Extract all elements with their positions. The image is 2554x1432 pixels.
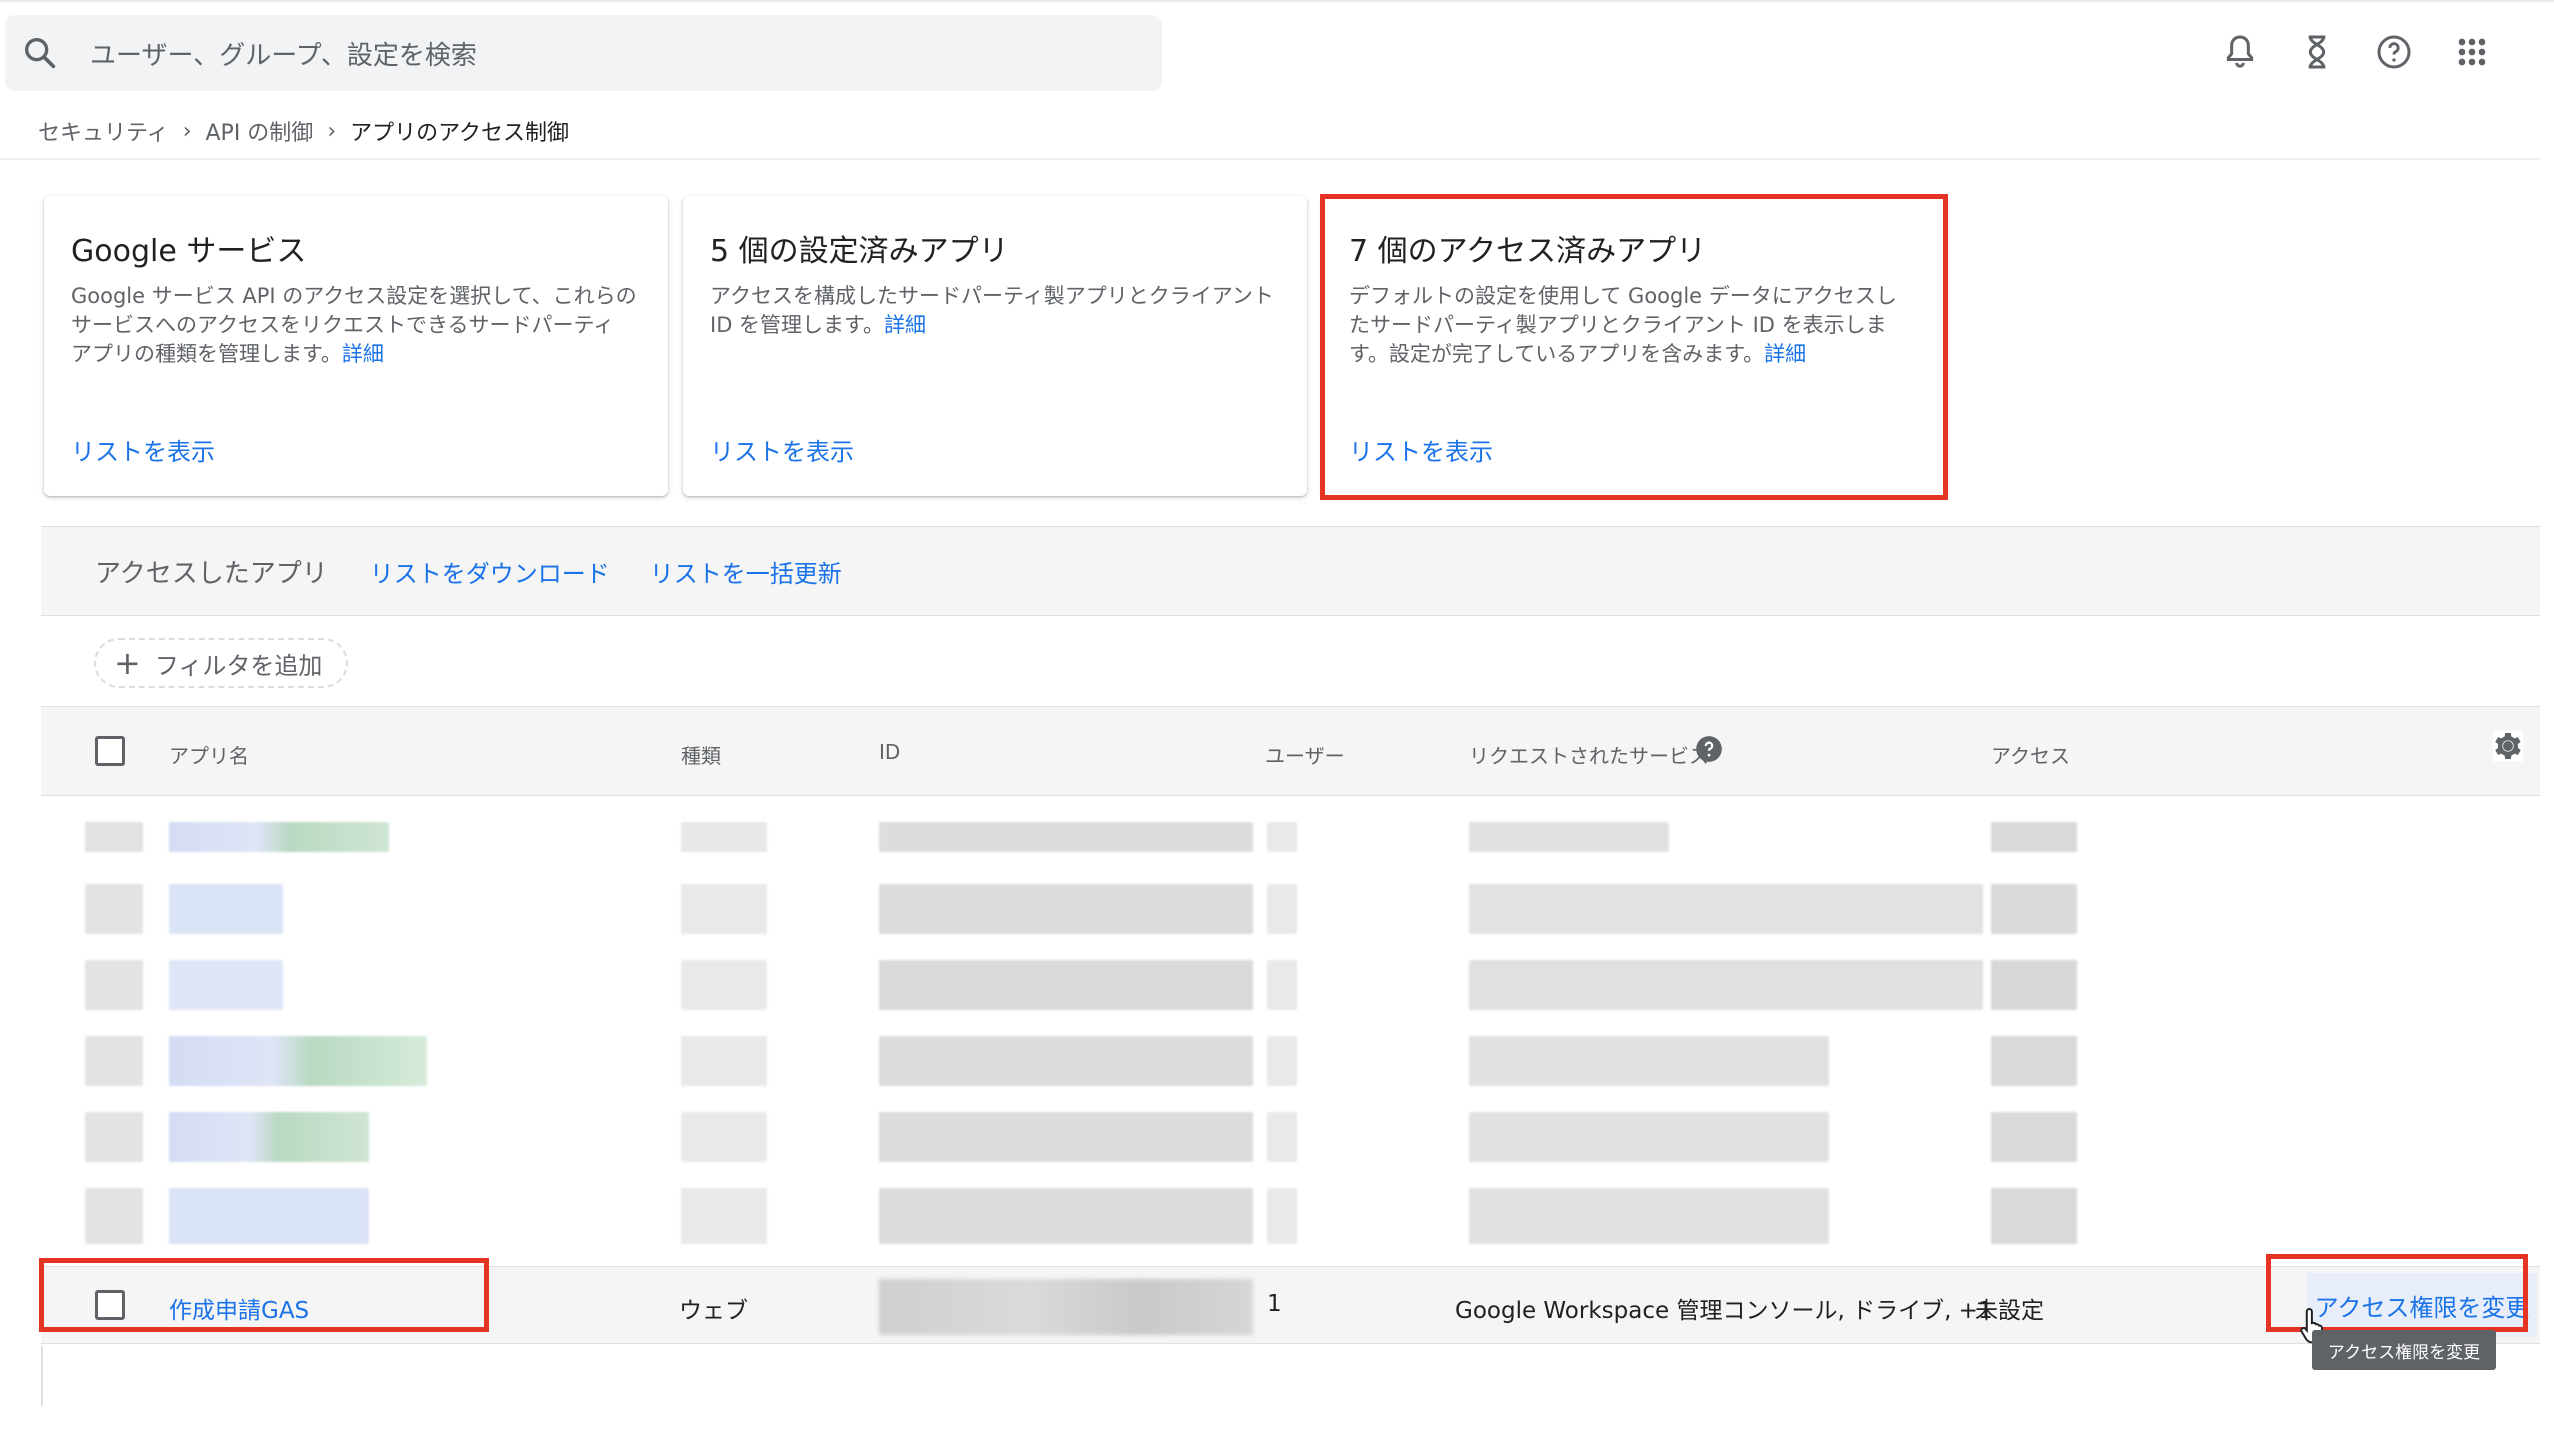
admin-console-page: ユーザー、グループ、設定を検索 セキュリティ › API の制御 › アプリのア… [0, 0, 2554, 1432]
app-type: ウェブ [679, 1298, 748, 1324]
add-filter-button[interactable]: + フィルタを追加 [94, 638, 348, 688]
toolbar-title: アクセスしたアプリ [95, 558, 328, 589]
app-name-link[interactable]: 作成申請GAS [169, 1291, 309, 1325]
card-description: Google サービス API のアクセス設定を選択して、これらのサービスへのア… [71, 284, 637, 366]
card-title: Google サービス [71, 234, 307, 269]
app-access: 未設定 [1975, 1298, 2044, 1324]
app-services: Google Workspace 管理コンソール, ドライブ, +1 [1455, 1298, 1993, 1324]
chevron-right-icon: › [327, 118, 337, 144]
help-icon[interactable] [1695, 735, 1723, 763]
top-divider [0, 0, 2554, 2]
view-list-link[interactable]: リストを表示 [710, 432, 854, 467]
table-row [41, 1178, 2540, 1252]
search-icon [25, 38, 56, 69]
table-row-target-app[interactable]: 作成申請GAS ウェブ 1 Google Workspace 管理コンソール, … [41, 1266, 2540, 1344]
details-link[interactable]: 詳細 [342, 342, 384, 366]
divider [41, 1346, 43, 1406]
hourglass-icon[interactable] [2297, 32, 2337, 72]
divider [0, 158, 2540, 160]
row-checkbox[interactable] [95, 1290, 125, 1320]
tooltip: アクセス権限を変更 [2312, 1330, 2496, 1370]
table-row [41, 800, 2540, 874]
details-link[interactable]: 詳細 [1764, 342, 1806, 366]
card-title: 5 個の設定済みアプリ [710, 234, 1009, 269]
column-access[interactable]: アクセス [1991, 740, 2070, 769]
column-type[interactable]: 種類 [681, 740, 721, 769]
plus-icon: + [114, 644, 141, 682]
breadcrumb-item-security[interactable]: セキュリティ [38, 115, 169, 147]
column-id[interactable]: ID [879, 740, 900, 764]
card-configured-apps: 5 個の設定済みアプリ アクセスを構成したサードパーティ製アプリとクライアント … [683, 196, 1307, 496]
card-title: 7 個のアクセス済みアプリ [1349, 234, 1707, 269]
table-row [41, 1102, 2540, 1176]
download-list-button[interactable]: リストをダウンロード [370, 554, 610, 589]
bell-icon[interactable] [2220, 32, 2260, 72]
breadcrumb-item-current: アプリのアクセス制御 [350, 121, 570, 146]
search-bar[interactable]: ユーザー、グループ、設定を検索 [5, 15, 1162, 91]
change-access-label: アクセス権限を変更 [2314, 1293, 2530, 1322]
accessed-apps-panel: アクセスしたアプリ リストをダウンロード リストを一括更新 + フィルタを追加 … [41, 526, 2540, 1412]
help-circle-icon[interactable] [2374, 32, 2414, 72]
chevron-right-icon: › [182, 118, 192, 144]
view-list-link[interactable]: リストを表示 [71, 432, 215, 467]
breadcrumb-item-api-controls[interactable]: API の制御 [206, 115, 314, 147]
card-accessed-apps: 7 個のアクセス済みアプリ デフォルトの設定を使用して Google データにア… [1322, 196, 1946, 496]
search-input[interactable]: ユーザー、グループ、設定を検索 [90, 35, 477, 72]
redacted-rows [41, 796, 2540, 1266]
view-list-link[interactable]: リストを表示 [1349, 432, 1493, 467]
app-users: 1 [1267, 1291, 1282, 1317]
details-link[interactable]: 詳細 [884, 313, 926, 337]
table-row [41, 1026, 2540, 1100]
table-row [41, 874, 2540, 948]
add-filter-label: フィルタを追加 [154, 651, 323, 680]
gear-icon[interactable] [2491, 729, 2525, 763]
card-description: アクセスを構成したサードパーティ製アプリとクライアント ID を管理します。詳細 [710, 284, 1274, 337]
table-toolbar: アクセスしたアプリ リストをダウンロード リストを一括更新 [41, 526, 2540, 616]
column-app-name[interactable]: アプリ名 [169, 740, 249, 769]
change-access-button[interactable]: アクセス権限を変更 [2307, 1273, 2537, 1337]
table-header: アプリ名 種類 ID ユーザー リクエストされたサービス アクセス [41, 706, 2540, 796]
select-all-checkbox[interactable] [95, 736, 125, 766]
app-id-redacted [879, 1279, 1253, 1335]
card-google-services: Google サービス Google サービス API のアクセス設定を選択して… [44, 196, 668, 496]
table-row [41, 950, 2540, 1024]
card-description: デフォルトの設定を使用して Google データにアクセスしたサードパーティ製ア… [1349, 284, 1897, 366]
apps-grid-icon[interactable] [2452, 32, 2492, 72]
bulk-update-button[interactable]: リストを一括更新 [650, 554, 842, 589]
breadcrumb: セキュリティ › API の制御 › アプリのアクセス制御 [38, 114, 569, 148]
column-users[interactable]: ユーザー [1265, 740, 1345, 769]
column-requested-services[interactable]: リクエストされたサービス [1469, 740, 1709, 769]
filter-row: + フィルタを追加 [41, 616, 2540, 706]
